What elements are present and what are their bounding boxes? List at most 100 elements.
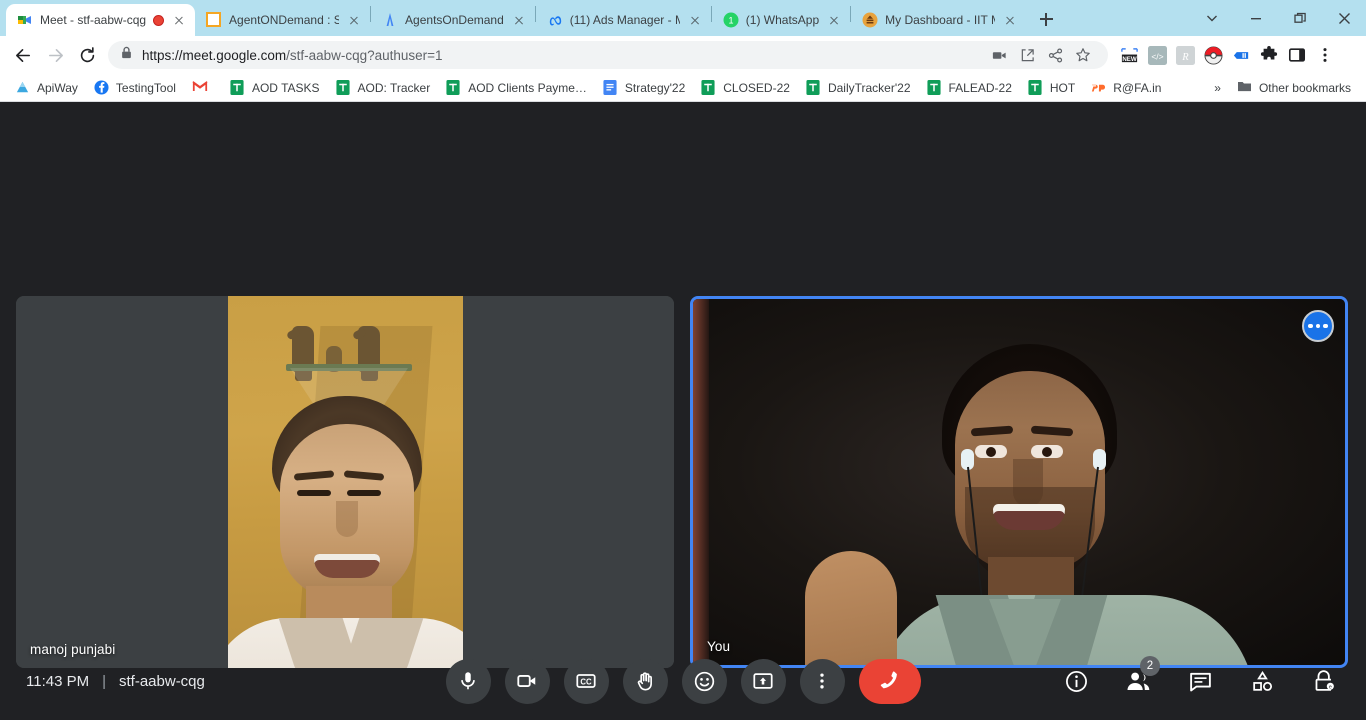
bookmarks-overflow-button[interactable]: » — [1207, 78, 1228, 98]
tile-more-options-button[interactable] — [1302, 310, 1334, 342]
svg-text:R: R — [1181, 51, 1189, 62]
svg-text:</>: </> — [1151, 51, 1163, 61]
tab-close-icon[interactable] — [687, 12, 703, 28]
tab-ads-manager[interactable]: (11) Ads Manager - Ma — [536, 4, 711, 36]
bookmark-gmail[interactable] — [185, 77, 221, 99]
r-icon[interactable]: R — [1172, 42, 1198, 68]
bookmark-label: ApiWay — [37, 80, 78, 95]
browser-toolbar: https://meet.google.com/stf-aabw-cqg?aut… — [0, 36, 1366, 74]
gmail-icon — [192, 80, 208, 96]
forward-button[interactable] — [40, 40, 70, 70]
google-meet-app: manoj punjabi You 11:43 PM | stf-aabw-cq… — [0, 102, 1366, 720]
maximize-icon[interactable] — [1278, 2, 1322, 34]
tab-close-icon[interactable] — [1002, 12, 1018, 28]
self-name-label: You — [707, 639, 731, 654]
tab-title: AgentONDemand : Sys — [229, 12, 340, 27]
host-controls-button[interactable]: e — [1304, 661, 1344, 701]
pokeball-icon[interactable] — [1200, 42, 1226, 68]
bookmark-label: DailyTracker'22 — [827, 80, 911, 95]
meeting-bottom-bar: 11:43 PM | stf-aabw-cqg CC 2 e — [0, 642, 1366, 720]
new-tab-button[interactable] — [1032, 5, 1060, 33]
docs-icon — [603, 79, 619, 96]
bookmark-apiway[interactable]: ApiWay — [8, 77, 85, 99]
code-icon[interactable]: </> — [1144, 42, 1170, 68]
captions-button[interactable]: CC — [563, 658, 609, 704]
tab-close-icon[interactable] — [511, 12, 527, 28]
meeting-meta: 11:43 PM | stf-aabw-cqg — [26, 673, 205, 690]
present-button[interactable] — [740, 658, 786, 704]
tab-whatsapp[interactable]: 1 (1) WhatsApp — [712, 4, 850, 36]
camera-button[interactable] — [504, 658, 550, 704]
microphone-button[interactable] — [445, 658, 491, 704]
chrome-menu-icon[interactable] — [1312, 42, 1338, 68]
bookmark-label: R@FA.in — [1113, 80, 1162, 95]
svg-text:NEW: NEW — [1122, 55, 1137, 62]
tab-strip: Meet - stf-aabw-cqg AgentONDemand : Sys … — [0, 0, 1366, 36]
svg-text:1: 1 — [728, 16, 733, 26]
bookmark-closed-22[interactable]: CLOSED-22 — [694, 77, 797, 99]
share-link-icon[interactable] — [1014, 42, 1040, 68]
meeting-right-controls: 2 e — [1056, 656, 1344, 701]
tab-meet[interactable]: Meet - stf-aabw-cqg — [6, 4, 196, 36]
bookmark-testingtool[interactable]: TestingTool — [87, 77, 183, 99]
bookmark-rfa-in[interactable]: R@FA.in — [1084, 77, 1168, 99]
folder-icon — [1237, 80, 1253, 96]
meet-icon — [17, 12, 33, 28]
puzzle-icon[interactable] — [1256, 42, 1282, 68]
meta-separator: | — [102, 672, 106, 690]
close-icon[interactable] — [1322, 2, 1366, 34]
bookmark-aod-tasks[interactable]: AOD TASKS — [223, 77, 327, 99]
blue-tag-icon[interactable] — [1228, 42, 1254, 68]
other-bookmarks-button[interactable]: Other bookmarks — [1230, 77, 1358, 99]
reload-button[interactable] — [72, 40, 102, 70]
back-button[interactable] — [8, 40, 38, 70]
bookmarks-bar: ApiWay TestingTool AOD TASKS AOD: Tracke… — [0, 74, 1366, 102]
sheets-icon — [335, 79, 352, 96]
bookmarks-overflow-label: » — [1214, 80, 1221, 95]
bookmark-hot[interactable]: HOT — [1021, 77, 1082, 99]
tab-agentondemand-sys[interactable]: AgentONDemand : Sys — [195, 4, 370, 36]
chat-button[interactable] — [1180, 661, 1220, 701]
bookmark-aod-tracker[interactable]: AOD: Tracker — [329, 77, 438, 99]
activities-button[interactable] — [1242, 661, 1282, 701]
tab-close-icon[interactable] — [171, 12, 187, 28]
bookmark-falead-22[interactable]: FALEAD-22 — [920, 77, 1019, 99]
bookmark-star-icon[interactable] — [1070, 42, 1096, 68]
more-options-button[interactable] — [799, 658, 845, 704]
reactions-button[interactable] — [681, 658, 727, 704]
bookmark-aod-clients-payments[interactable]: AOD Clients Payme… — [439, 77, 594, 99]
svg-text:e: e — [1328, 684, 1331, 690]
tab-my-dashboard[interactable]: My Dashboard - IIT Ma — [851, 4, 1026, 36]
participant-tile-manoj-punjabi[interactable]: manoj punjabi — [16, 296, 674, 668]
site-information-lock-icon[interactable] — [120, 46, 133, 64]
new-badge-icon[interactable]: NEW — [1116, 42, 1142, 68]
bookmark-label: Strategy'22 — [624, 80, 686, 95]
omnibox-icons — [986, 42, 1096, 68]
people-button[interactable]: 2 — [1118, 656, 1160, 701]
sheets-icon — [446, 79, 462, 96]
participant-name-label: manoj punjabi — [30, 642, 116, 657]
camera-blocked-icon[interactable] — [986, 42, 1012, 68]
svg-text:CC: CC — [580, 677, 592, 686]
meta-icon — [547, 12, 563, 28]
bookmark-dailytracker22[interactable]: DailyTracker'22 — [799, 77, 918, 99]
meeting-time: 11:43 PM — [26, 672, 90, 690]
raise-hand-button[interactable] — [622, 658, 668, 704]
minimize-icon[interactable] — [1234, 2, 1278, 34]
address-bar[interactable]: https://meet.google.com/stf-aabw-cqg?aut… — [108, 41, 1108, 69]
tab-search-chevron-down-icon[interactable] — [1190, 2, 1234, 34]
tab-close-icon[interactable] — [346, 12, 362, 28]
share-icon[interactable] — [1042, 42, 1068, 68]
participant-tile-you[interactable]: You — [690, 296, 1348, 668]
meeting-details-button[interactable] — [1056, 661, 1096, 701]
tab-agentsondemand[interactable]: AgentsOnDemand — [371, 4, 535, 36]
tab-title: Meet - stf-aabw-cqg — [40, 12, 147, 27]
tab-title: (11) Ads Manager - Ma — [569, 12, 680, 27]
bookmark-strategy22[interactable]: Strategy'22 — [596, 77, 692, 99]
tab-close-icon[interactable] — [826, 12, 842, 28]
leave-call-button[interactable] — [858, 658, 921, 704]
extensions-area: NEW </> R — [1116, 42, 1338, 68]
meeting-code[interactable]: stf-aabw-cqg — [119, 673, 205, 690]
bookmark-label: AOD: Tracker — [357, 80, 431, 95]
sidepanel-icon[interactable] — [1284, 42, 1310, 68]
